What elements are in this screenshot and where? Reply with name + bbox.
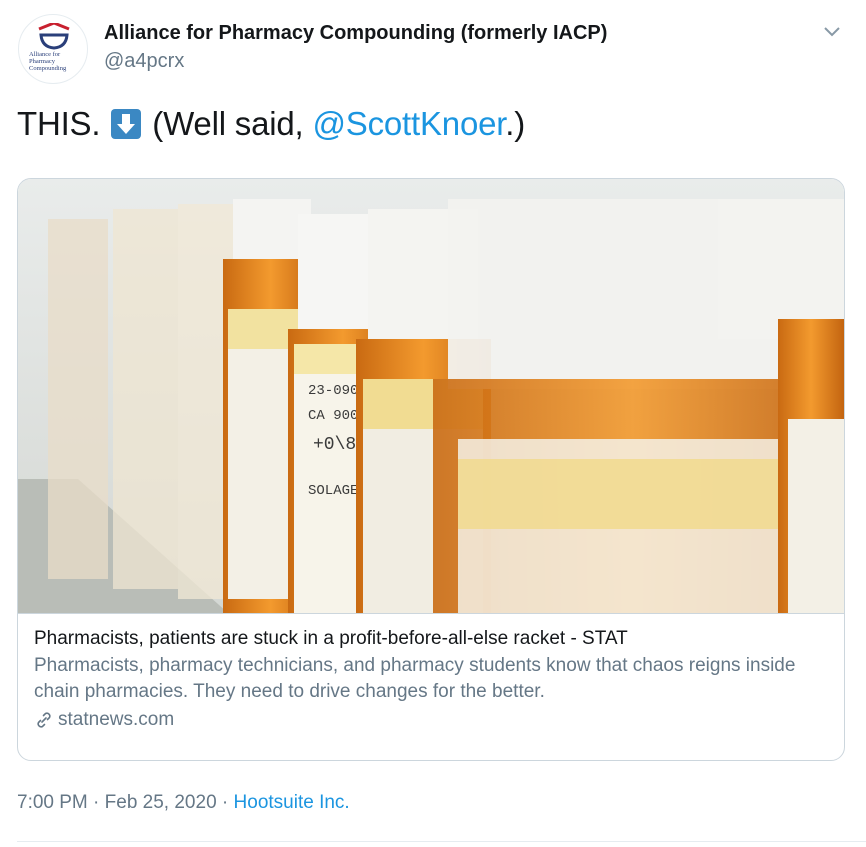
- mention-link[interactable]: @ScottKnoer: [312, 105, 505, 142]
- display-name[interactable]: Alliance for Pharmacy Compounding (forme…: [104, 22, 607, 45]
- tweet-source-link[interactable]: Hootsuite Inc.: [234, 792, 350, 813]
- card-description: Pharmacists, pharmacy technicians, and p…: [34, 655, 796, 702]
- divider: [17, 841, 866, 842]
- card-domain-text: statnews.com: [58, 709, 175, 730]
- down-arrow-emoji-icon: [111, 109, 142, 139]
- link-icon: [37, 712, 51, 728]
- card-title: Pharmacists, patients are stuck in a pro…: [34, 628, 628, 649]
- tweet-date[interactable]: Feb 25, 2020: [105, 792, 217, 813]
- avatar[interactable]: Alliance for Pharmacy Compounding: [18, 14, 88, 84]
- link-card[interactable]: 23-090-TE CA 90028 +0\80 SOLAGE BE Pharm…: [17, 178, 845, 761]
- meta-separator: ·: [216, 792, 234, 813]
- card-domain: statnews.com: [34, 707, 828, 733]
- tweet-time[interactable]: 7:00 PM: [17, 792, 88, 813]
- tweet-text-mid: (Well said,: [143, 105, 313, 142]
- chevron-down-icon[interactable]: [822, 24, 842, 40]
- avatar-logo-text: Alliance for Pharmacy Compounding: [29, 51, 67, 72]
- tweet-text-start: THIS.: [17, 105, 101, 142]
- tweet-text: THIS. (Well said, @ScottKnoer.): [17, 102, 525, 146]
- pharmacy-mortar-icon: [38, 23, 70, 50]
- card-image: 23-090-TE CA 90028 +0\80 SOLAGE BE: [18, 179, 844, 613]
- tweet-meta: 7:00 PM · Feb 25, 2020 · Hootsuite Inc.: [17, 792, 350, 814]
- card-body: Pharmacists, patients are stuck in a pro…: [18, 613, 844, 760]
- tweet-text-end: .): [505, 105, 525, 142]
- meta-separator: ·: [87, 792, 105, 813]
- user-handle[interactable]: @a4pcrx: [104, 50, 184, 73]
